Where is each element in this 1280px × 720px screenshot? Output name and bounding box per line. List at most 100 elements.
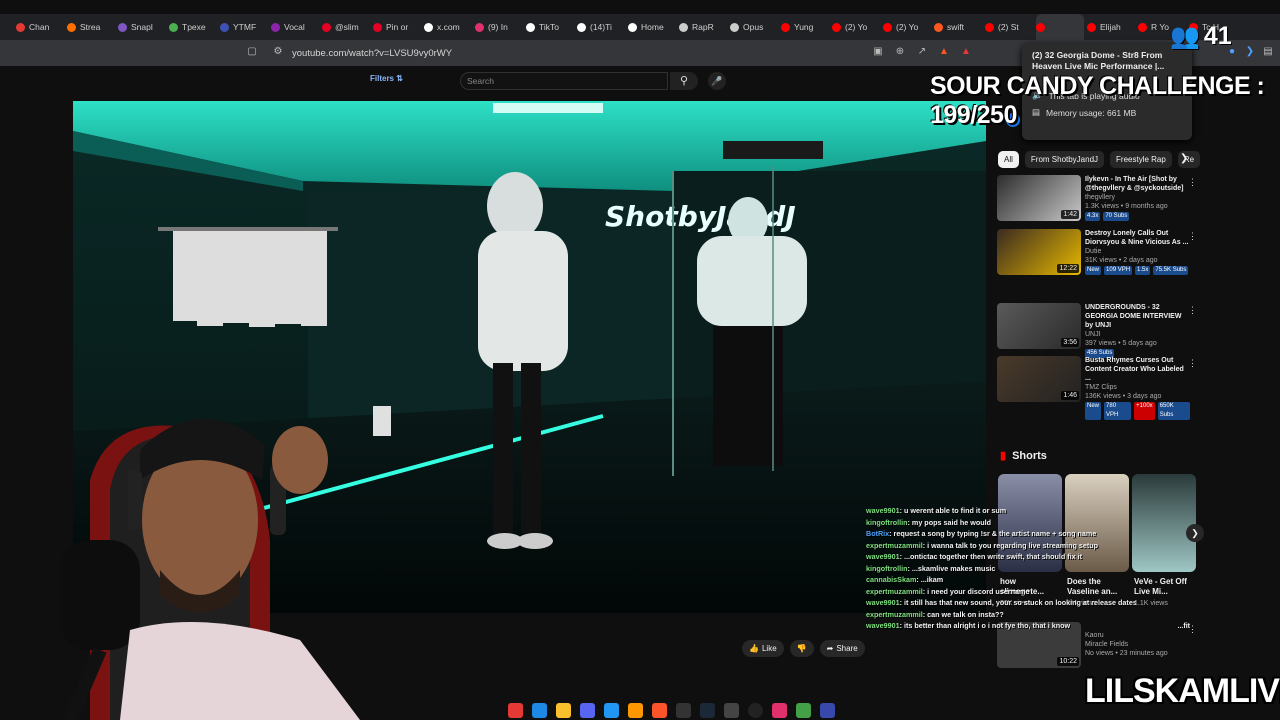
browser-tab[interactable]: Elijah (1087, 14, 1135, 40)
mic-button[interactable]: 🎤 (708, 72, 726, 90)
chat-username: wave9901 (866, 621, 900, 630)
filter-chip[interactable]: From ShotbyJandJ (1024, 151, 1105, 168)
folder-icon[interactable] (556, 702, 571, 718)
tab-favicon-icon (424, 22, 433, 32)
chat-text: : u werent able to find it or sum (899, 506, 1007, 515)
tab-label: (14)Ti (590, 22, 612, 32)
chat-username: wave9901 (866, 552, 900, 561)
rewards-icon[interactable]: ▲ (960, 46, 972, 58)
notepad-icon[interactable] (820, 702, 835, 718)
instagram-icon[interactable] (772, 702, 787, 718)
shorts-next-button[interactable]: ❯ (1186, 524, 1204, 542)
url-field[interactable]: youtube.com/watch?v=LVSU9vy0rWY (292, 48, 452, 59)
recommendation-item[interactable]: 3:56 UNDERGROUNDS - 32 GEORGIA DOME INTER… (997, 303, 1197, 358)
filter-chip[interactable]: All (998, 151, 1019, 168)
tab-label: Yung (794, 22, 814, 32)
audio-extension-icon[interactable]: ❯ (1244, 46, 1256, 58)
tab-favicon-icon (118, 22, 127, 32)
tab-label: Snapl (131, 22, 153, 32)
chat-message: kingoftrollin: ...skamlive makes music (866, 563, 1136, 575)
chevron-right-icon[interactable]: ❯ (1180, 153, 1188, 164)
browser-tab[interactable]: (2) St (985, 14, 1033, 40)
browser-tab[interactable]: Vocal (271, 14, 319, 40)
chat-username: BotRix (866, 529, 890, 538)
filter-chip[interactable]: Freestyle Rap (1110, 151, 1172, 168)
browser-tab[interactable]: (9) In (475, 14, 523, 40)
4k-icon[interactable] (748, 702, 763, 718)
rec-stats: 136K views • 3 days ago (1085, 393, 1162, 400)
chat-message: BotRix: request a song by typing !sr & t… (866, 528, 1136, 540)
app-icon[interactable] (508, 702, 523, 718)
browser-tab[interactable]: (2) Yo (883, 14, 931, 40)
browser-tab[interactable]: Snapl (118, 14, 166, 40)
browser-tab[interactable]: (14)Ti (577, 14, 625, 40)
tab-label: RapR (692, 22, 714, 32)
rec-thumbnail[interactable]: 1:42 (997, 175, 1081, 221)
browser-tab[interactable]: swift (934, 14, 982, 40)
more-options-icon[interactable]: ⋮ (1188, 624, 1197, 635)
browser-tab[interactable]: (2) Yo (832, 14, 880, 40)
short-thumbnail[interactable] (1132, 474, 1196, 572)
browser-tab[interactable]: Chan (16, 14, 64, 40)
browser-tab[interactable]: Opus (730, 14, 778, 40)
browser-tab[interactable]: @slim (322, 14, 370, 40)
dislike-button[interactable]: 👎 (789, 640, 814, 657)
discord-icon[interactable] (580, 702, 595, 718)
chat-text: : ...ontictac together then write swift,… (899, 552, 1083, 561)
more-options-icon[interactable]: ⋮ (1188, 305, 1197, 316)
cast-icon[interactable]: ▣ (872, 46, 884, 58)
browser-tab[interactable]: Pin or (373, 14, 421, 40)
brave-shield-icon[interactable]: ▲ (938, 46, 950, 58)
tab-favicon-icon (730, 22, 739, 32)
browser-tab[interactable]: x.com (424, 14, 472, 40)
like-button[interactable]: 👍 Like (742, 640, 784, 657)
share-button[interactable]: ➦ Share (819, 640, 865, 657)
browser-tab[interactable]: RapR (679, 14, 727, 40)
filters-button[interactable]: Filters ⇅ (370, 74, 403, 83)
tab-label: (2) St (998, 22, 1019, 32)
tab-favicon-icon (883, 22, 892, 32)
browser-tab[interactable]: Tpexe (169, 14, 217, 40)
chat-text: : request a song by typing !sr & the art… (889, 529, 1097, 538)
app-icon[interactable] (724, 702, 739, 718)
recommendation-item[interactable]: 1:46 Busta Rhymes Curses Out Content Crea… (997, 356, 1197, 420)
stat-badge: 4.3x (1085, 212, 1101, 221)
tab-favicon-icon (1036, 22, 1045, 32)
browser-tab[interactable]: YTMF (220, 14, 268, 40)
edge-icon[interactable] (532, 702, 547, 718)
browser-tab[interactable]: Strea (67, 14, 115, 40)
app-icon[interactable] (796, 702, 811, 718)
browser-tab[interactable]: Yung (781, 14, 829, 40)
tab-strip: Chan Strea Snapl Tpexe YTMF Vocal @slim Pin or x… (0, 14, 1280, 40)
firefox-icon[interactable] (628, 702, 643, 718)
rec-stats: No views • 23 minutes ago (1085, 650, 1168, 657)
rec-title: Destroy Lonely Calls Out Diorvsyou & Nin… (1085, 230, 1189, 246)
rec-thumbnail[interactable]: 1:46 (997, 356, 1081, 402)
steam-icon[interactable] (700, 702, 715, 718)
browser-tab[interactable] (1036, 14, 1084, 40)
browser-tab[interactable]: TikTo (526, 14, 574, 40)
site-info-icon[interactable]: ⚙ (272, 46, 284, 58)
rec-thumbnail[interactable]: 3:56 (997, 303, 1081, 349)
zoom-icon[interactable]: ⊕ (894, 46, 906, 58)
tab-favicon-icon (373, 22, 382, 32)
browser-tab[interactable]: Home (628, 14, 676, 40)
share-page-icon[interactable]: ↗ (916, 46, 928, 58)
rec-thumbnail[interactable]: 12:22 (997, 229, 1081, 275)
more-options-icon[interactable]: ⋮ (1188, 177, 1197, 188)
search-button[interactable]: ⚲ (670, 72, 698, 90)
rec-title: UNDERGROUNDS - 32 GEORGIA DOME INTERVIEW… (1085, 304, 1182, 329)
store-icon[interactable] (604, 702, 619, 718)
recommendation-item[interactable]: 1:42 Ilykevn - In The Air [Shot by @thegv… (997, 175, 1197, 227)
more-options-icon[interactable]: ⋮ (1188, 358, 1197, 369)
shorts-icon: ▮ (1000, 450, 1007, 462)
brave-icon[interactable] (652, 702, 667, 718)
bookmark-icon[interactable]: ▢ (246, 46, 258, 58)
more-options-icon[interactable]: ⋮ (1188, 231, 1197, 242)
search-input[interactable]: Search (460, 72, 668, 90)
tab-label: swift (947, 22, 964, 32)
recommendation-item[interactable]: 12:22 Destroy Lonely Calls Out Diorvsyou … (997, 229, 1197, 281)
sidebar-icon[interactable]: ▤ (1262, 46, 1274, 58)
settings-icon[interactable] (676, 702, 691, 718)
tab-favicon-icon (67, 22, 76, 32)
